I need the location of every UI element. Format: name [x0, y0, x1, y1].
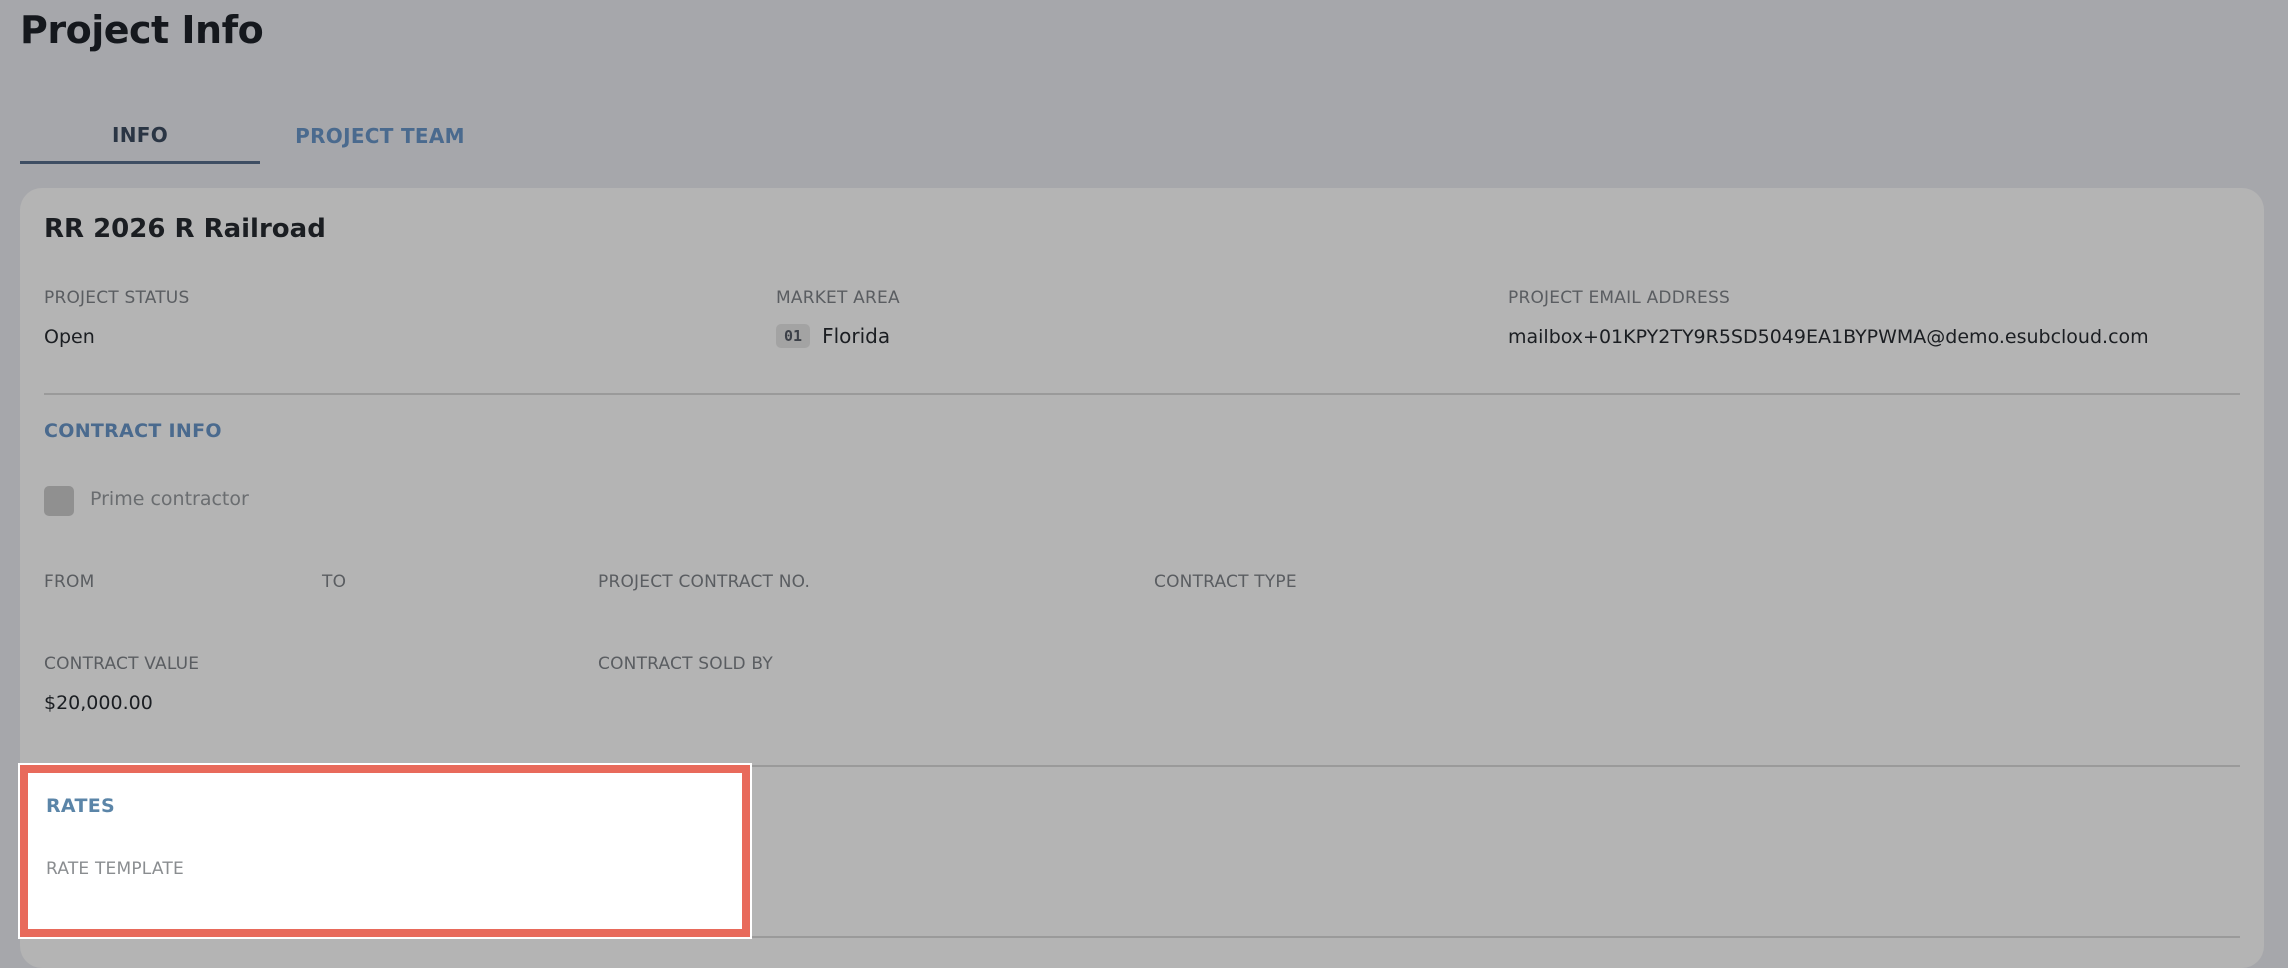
contract-type-label: CONTRACT TYPE	[1154, 572, 1297, 592]
page-title: Project Info	[20, 8, 264, 52]
prime-contractor-checkbox[interactable]	[44, 486, 74, 516]
project-email-label: PROJECT EMAIL ADDRESS	[1508, 288, 1730, 308]
market-area-name: Florida	[822, 324, 891, 348]
tab-bar: INFO PROJECT TEAM	[20, 108, 500, 164]
prime-contractor-label: Prime contractor	[90, 488, 249, 510]
market-area-code-badge: 01	[776, 324, 811, 348]
rates-title: RATES	[46, 795, 115, 817]
rates-section-highlight: RATES RATE TEMPLATE	[18, 763, 752, 939]
contract-no-label: PROJECT CONTRACT NO.	[598, 572, 811, 592]
contract-info-title: CONTRACT INFO	[44, 420, 222, 442]
tab-info[interactable]: INFO	[20, 108, 260, 164]
rate-template-label: RATE TEMPLATE	[46, 859, 184, 879]
market-area-label: MARKET AREA	[776, 288, 900, 308]
project-status-label: PROJECT STATUS	[44, 288, 190, 308]
divider	[44, 393, 2240, 395]
contract-value-label: CONTRACT VALUE	[44, 654, 200, 674]
tab-project-team[interactable]: PROJECT TEAM	[260, 108, 500, 164]
project-name: RR 2026 R Railroad	[44, 214, 326, 244]
from-label: FROM	[44, 572, 95, 592]
project-status-value: Open	[44, 326, 95, 348]
contract-value: $20,000.00	[44, 692, 153, 714]
to-label: TO	[322, 572, 347, 592]
market-area-value: 01 Florida	[776, 324, 890, 348]
project-email-value: mailbox+01KPY2TY9R5SD5049EA1BYPWMA@demo.…	[1508, 326, 2149, 348]
contract-sold-by-label: CONTRACT SOLD BY	[598, 654, 773, 674]
